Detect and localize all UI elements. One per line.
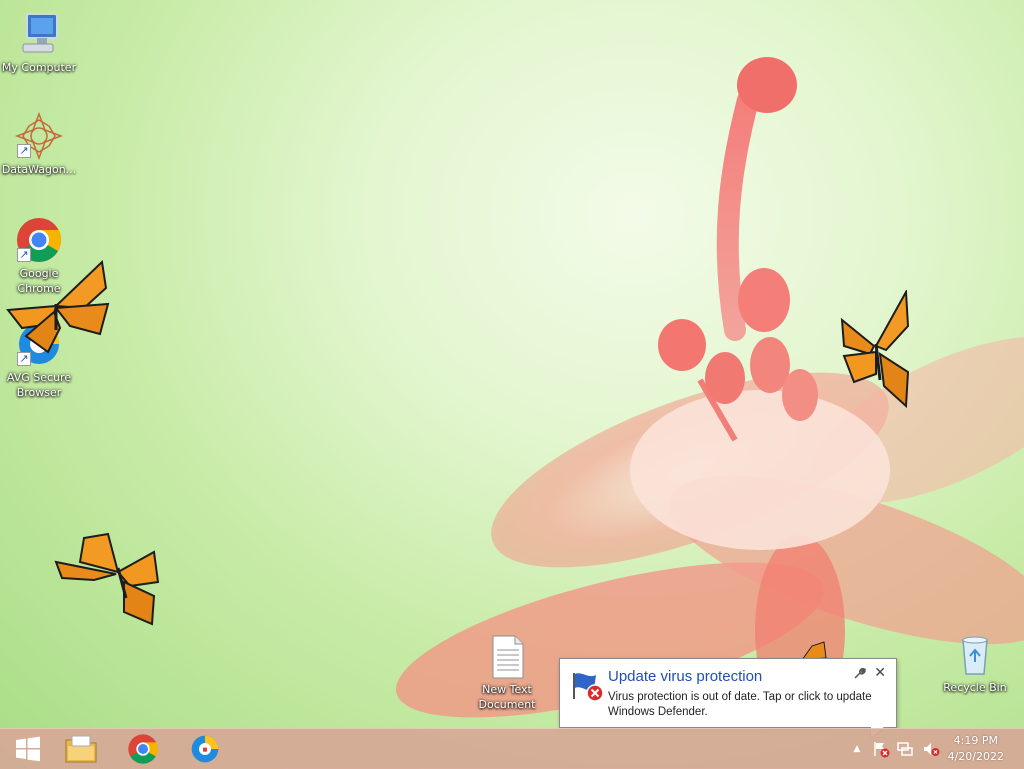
network-icon[interactable]: [896, 740, 914, 758]
desktop-icon-label: AVG Secure Browser: [6, 371, 72, 399]
desktop-icon-new-text-document[interactable]: New Text Document: [469, 634, 545, 712]
action-center-flag-icon[interactable]: [872, 740, 890, 758]
butterfly-icon: [840, 290, 910, 409]
taskbar-clock[interactable]: 4:19 PM 4/20/2022: [948, 733, 1004, 765]
butterfly-icon: [801, 641, 827, 660]
google-chrome-icon: [128, 734, 158, 764]
desktop-icon-recycle-bin[interactable]: Recycle Bin: [937, 630, 1013, 695]
close-icon[interactable]: ✕: [874, 665, 886, 681]
desktop-icon-my-computer[interactable]: My Computer: [1, 10, 77, 75]
notification-title: Update virus protection: [608, 668, 763, 685]
notification-message: Virus protection is out of date. Tap or …: [608, 691, 872, 718]
taskbar-file-explorer[interactable]: [53, 729, 109, 769]
text-document-icon: [487, 634, 527, 680]
defender-flag-error-icon: [573, 673, 604, 702]
show-hidden-icons-chevron[interactable]: ▲: [850, 744, 864, 754]
taskbar-google-chrome[interactable]: [115, 729, 171, 769]
start-button[interactable]: [0, 729, 56, 769]
desktop-icon-label: Recycle Bin: [943, 681, 1007, 694]
clock-time: 4:19 PM: [953, 734, 998, 747]
shortcut-arrow-icon: ↗: [17, 144, 31, 158]
avg-secure-browser-icon: [191, 735, 219, 763]
clock-date: 4/20/2022: [947, 750, 1004, 763]
taskbar: ▲ 4:19 PM 4/20/2022: [0, 728, 1024, 769]
volume-muted-icon[interactable]: [922, 740, 940, 758]
desktop-icon-label: My Computer: [1, 61, 77, 74]
google-chrome-icon: ↗: [15, 216, 63, 264]
system-tray: ▲: [850, 729, 940, 769]
taskbar-avg-secure-browser[interactable]: [177, 729, 233, 769]
windows-logo-icon: [16, 736, 40, 762]
wrench-icon[interactable]: [852, 667, 866, 681]
notification-balloon[interactable]: Update virus protection Virus protection…: [559, 658, 897, 740]
butterfly-icon: [6, 259, 110, 354]
computer-icon: [15, 10, 63, 58]
desktop-icon-label: New Text Document: [478, 683, 536, 711]
datawagon-icon: ↗: [14, 111, 64, 161]
file-explorer-icon: [65, 735, 97, 763]
desktop-icon-datawagon[interactable]: ↗ DataWagon...: [1, 111, 77, 177]
recycle-bin-icon: [951, 630, 999, 678]
shortcut-arrow-icon: ↗: [17, 352, 31, 366]
butterfly-icon: [54, 532, 160, 626]
desktop-icon-label: DataWagon...: [1, 163, 77, 176]
